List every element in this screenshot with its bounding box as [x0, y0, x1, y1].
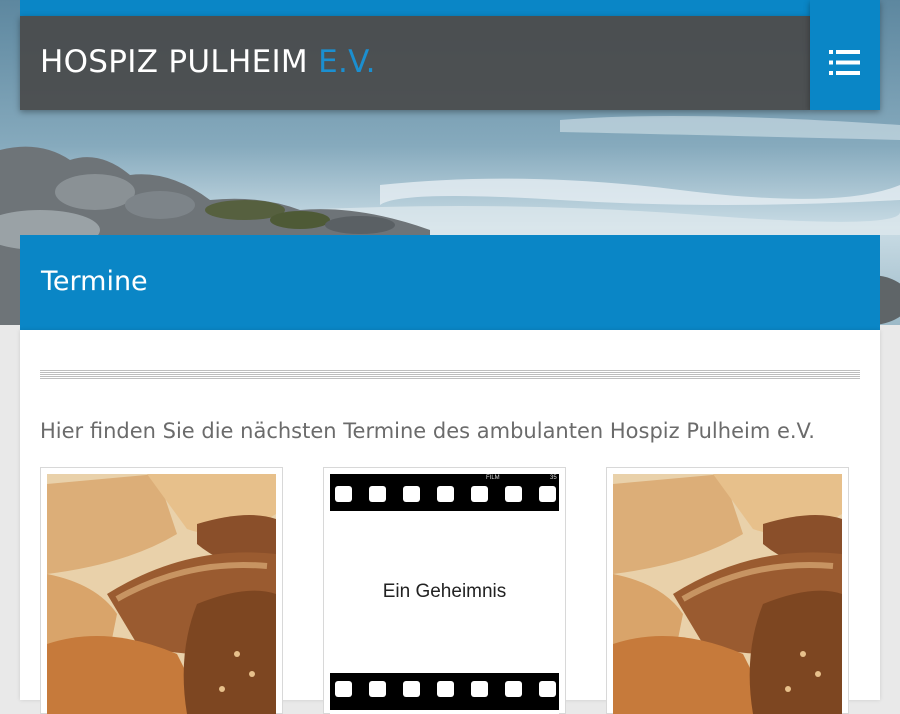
main-content: Hier finden Sie die nächsten Termine des… — [20, 330, 880, 714]
intro-text: Hier finden Sie die nächsten Termine des… — [40, 419, 815, 443]
film-strip-image: FILM 35 Ein Geheimnis — [330, 474, 559, 714]
film-number: 35 — [550, 475, 557, 481]
menu-button[interactable] — [810, 0, 880, 110]
page-title: Termine — [41, 266, 148, 297]
event-card[interactable] — [40, 467, 283, 714]
film-caption: Ein Geheimnis — [382, 581, 507, 602]
event-card[interactable]: FILM 35 Ein Geheimnis — [323, 467, 566, 714]
site-title[interactable]: HOSPIZ PULHEIM E.V. — [40, 44, 376, 80]
divider — [40, 370, 860, 380]
film-strip-bottom — [330, 673, 559, 710]
bread-image — [47, 474, 276, 714]
list-menu-icon — [829, 50, 860, 75]
event-card[interactable] — [606, 467, 849, 714]
site-title-suffix: E.V. — [318, 44, 376, 80]
site-title-main: HOSPIZ PULHEIM — [40, 44, 308, 80]
film-strip-top: FILM 35 — [330, 474, 559, 511]
bread-image — [613, 474, 842, 714]
page-title-bar: Termine — [20, 235, 880, 330]
site-header: HOSPIZ PULHEIM E.V. — [20, 16, 810, 110]
film-label: FILM — [486, 475, 500, 481]
header-top-strip — [20, 0, 810, 16]
